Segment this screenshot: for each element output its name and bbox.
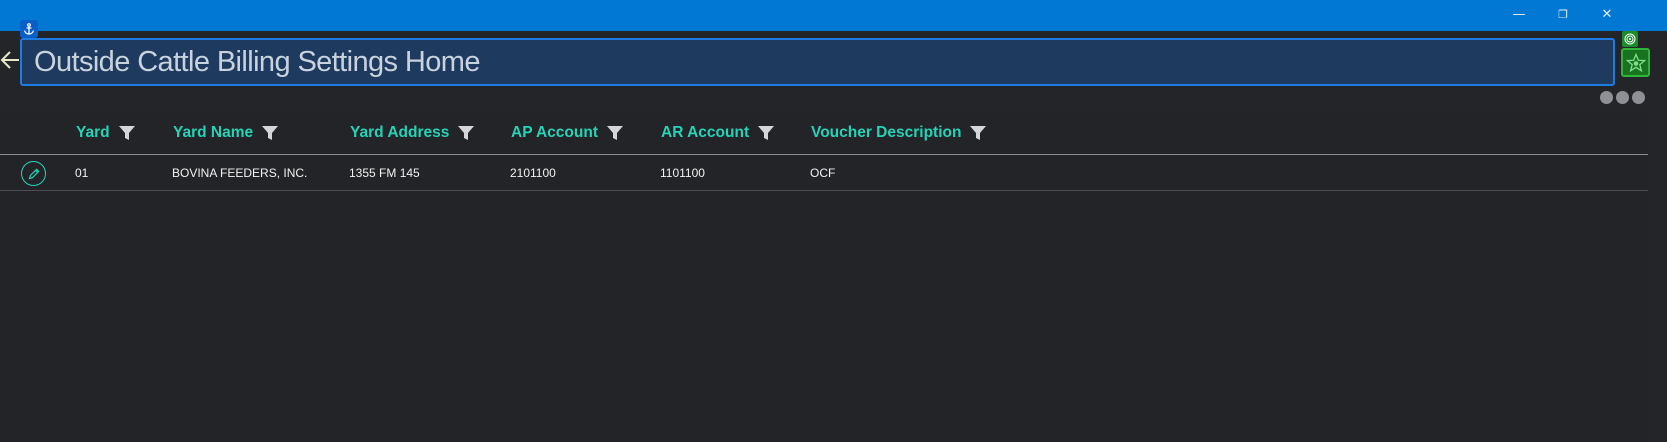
- column-header-label: Voucher Description: [811, 123, 962, 141]
- cell-voucher-description: OCF: [810, 166, 836, 180]
- favorite-button[interactable]: [1621, 48, 1650, 77]
- restore-button[interactable]: ❐: [1554, 6, 1572, 24]
- back-arrow-icon[interactable]: [0, 46, 20, 74]
- filter-icon[interactable]: [606, 124, 624, 142]
- close-button[interactable]: ✕: [1598, 6, 1616, 24]
- column-header-yard[interactable]: Yard: [76, 110, 136, 155]
- dot: [1616, 91, 1629, 104]
- cell-yard-address: 1355 FM 145: [349, 166, 420, 180]
- minimize-button[interactable]: —: [1510, 6, 1528, 24]
- cell-ar-account: 1101100: [660, 166, 705, 180]
- filter-icon[interactable]: [969, 124, 987, 142]
- column-header-label: Yard: [76, 123, 110, 141]
- dot: [1600, 91, 1613, 104]
- edit-row-button[interactable]: [21, 161, 46, 186]
- target-icon[interactable]: [1622, 31, 1638, 47]
- cell-yard: 01: [75, 166, 89, 180]
- column-header-label: AP Account: [511, 123, 598, 141]
- column-header-voucher-description[interactable]: Voucher Description: [811, 110, 987, 155]
- column-header-yard-address[interactable]: Yard Address: [350, 110, 475, 155]
- more-dots-icon[interactable]: [1600, 91, 1645, 104]
- data-grid: Yard Yard Name Yard Address AP Account A…: [0, 110, 1648, 442]
- star-icon: [1625, 52, 1646, 72]
- page-title: Outside Cattle Billing Settings Home: [34, 46, 480, 78]
- cell-ap-account: 2101100: [510, 166, 556, 180]
- filter-icon[interactable]: [457, 124, 475, 142]
- column-header-ap-account[interactable]: AP Account: [511, 110, 624, 155]
- pencil-icon: [28, 167, 40, 179]
- dot: [1632, 91, 1645, 104]
- column-header-label: Yard Name: [173, 123, 254, 141]
- window-title-bar: — ❐ ✕: [0, 0, 1667, 31]
- column-header-label: AR Account: [661, 123, 750, 141]
- filter-icon[interactable]: [118, 124, 136, 142]
- anchor-icon[interactable]: [20, 20, 38, 38]
- filter-icon[interactable]: [261, 124, 279, 142]
- cell-yard-name: BOVINA FEEDERS, INC.: [172, 166, 308, 180]
- column-header-ar-account[interactable]: AR Account: [661, 110, 775, 155]
- column-header-label: Yard Address: [350, 123, 450, 141]
- column-header-yard-name[interactable]: Yard Name: [173, 110, 279, 155]
- table-row[interactable]: 01 BOVINA FEEDERS, INC. 1355 FM 145 2101…: [0, 156, 1648, 191]
- grid-header-row: Yard Yard Name Yard Address AP Account A…: [0, 110, 1648, 155]
- page-title-box: Outside Cattle Billing Settings Home: [20, 38, 1615, 86]
- filter-icon[interactable]: [757, 124, 775, 142]
